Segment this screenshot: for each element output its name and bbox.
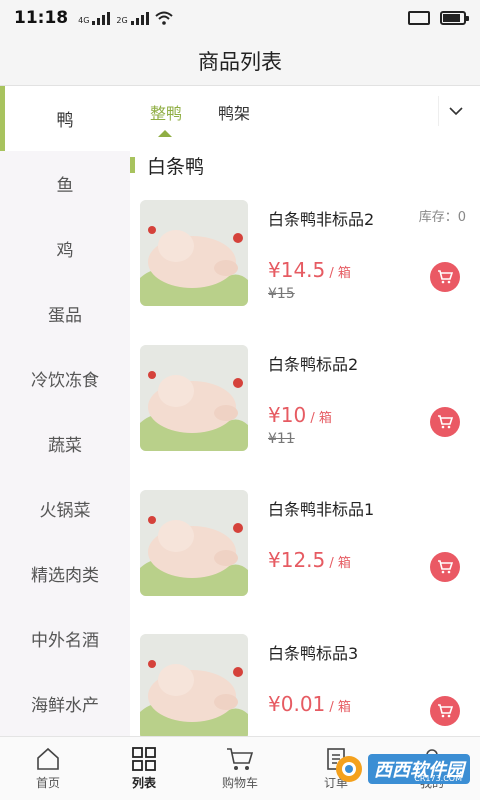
section-title: 白条鸭 xyxy=(147,155,205,178)
nav-cart[interactable]: 购物车 xyxy=(192,737,288,800)
sidebar-item-label: 海鲜水产 xyxy=(31,696,99,716)
product-card[interactable]: 白条鸭非标品1 ¥12.5 / 箱 xyxy=(130,480,480,610)
sidebar-item-chicken[interactable]: 鸡 xyxy=(0,216,130,281)
sidebar-item-label: 鸡 xyxy=(56,241,74,261)
add-to-cart-button[interactable] xyxy=(430,696,460,726)
sidebar-item-seafood[interactable]: 海鲜水产 xyxy=(0,671,130,736)
sidebar-item-label: 鸭 xyxy=(56,111,74,131)
grid-icon xyxy=(132,746,156,771)
sidebar-item-hotpot[interactable]: 火锅菜 xyxy=(0,476,130,541)
nav-home-label: 首页 xyxy=(35,775,60,790)
status-bar: 11:18 4G 2G xyxy=(0,0,480,36)
section-header: 白条鸭 xyxy=(130,150,204,180)
section-marker xyxy=(130,157,135,173)
signal-group: 4G 2G xyxy=(78,11,173,25)
product-name: 白条鸭标品2 xyxy=(268,355,359,374)
cart-icon xyxy=(438,415,453,429)
sidebar-item-frozen[interactable]: 冷饮冻食 xyxy=(0,346,130,411)
add-to-cart-button[interactable] xyxy=(430,262,460,292)
price-unit: / 箱 xyxy=(325,266,351,281)
nav-list[interactable]: 列表 xyxy=(96,737,192,800)
product-old-price: ¥11 xyxy=(268,431,295,447)
network-label-2: 2G xyxy=(116,16,128,25)
price-unit: / 箱 xyxy=(325,700,351,715)
page-title: 商品列表 xyxy=(198,49,282,74)
price-unit: / 箱 xyxy=(325,556,351,571)
sidebar-item-label: 火锅菜 xyxy=(39,501,91,521)
product-card[interactable]: 白条鸭标品2 ¥10 / 箱 ¥11 xyxy=(130,335,480,465)
status-time: 11:18 xyxy=(14,8,69,28)
cart-icon xyxy=(438,560,453,574)
sidebar-item-label: 鱼 xyxy=(56,176,74,196)
page-header: 商品列表 xyxy=(0,36,480,86)
nav-cart-label: 购物车 xyxy=(221,775,258,790)
price-currency: ¥ xyxy=(268,403,281,427)
signal-icon-2 xyxy=(130,11,149,25)
product-price: ¥0.01 / 箱 xyxy=(268,692,351,716)
sidebar-item-label: 蔬菜 xyxy=(48,436,82,456)
product-price: ¥10 / 箱 xyxy=(268,403,332,427)
nav-list-label: 列表 xyxy=(131,775,156,790)
network-label-1: 4G xyxy=(78,16,90,25)
price-currency: ¥ xyxy=(268,692,281,716)
add-to-cart-button[interactable] xyxy=(430,407,460,437)
chevron-down-icon xyxy=(448,106,463,115)
subcategory-tabs: 整鸭 鸭架 xyxy=(130,86,480,138)
tabs-dropdown-button[interactable] xyxy=(438,96,472,126)
sidebar-item-label: 冷饮冻食 xyxy=(31,371,99,391)
signal-icon xyxy=(92,11,111,25)
product-name: 白条鸭标品3 xyxy=(268,644,359,663)
product-image xyxy=(140,490,248,596)
cart-icon xyxy=(438,270,453,284)
product-image xyxy=(140,200,248,306)
product-image xyxy=(140,634,248,740)
cart-icon xyxy=(227,747,254,770)
sidebar-item-label: 中外名酒 xyxy=(31,631,99,651)
site-watermark: 西西软件园 CR173.COM xyxy=(334,752,470,786)
sidebar-item-eggs[interactable]: 蛋品 xyxy=(0,281,130,346)
price-value: 0.01 xyxy=(280,692,326,716)
tab-whole-duck[interactable]: 整鸭 xyxy=(150,100,182,124)
nav-home[interactable]: 首页 xyxy=(0,737,96,800)
product-old-price: ¥15 xyxy=(268,286,295,302)
product-price: ¥14.5 / 箱 xyxy=(268,258,351,282)
tab-duck-frame[interactable]: 鸭架 xyxy=(218,100,250,124)
category-sidebar: 鸭 鱼 鸡 蛋品 冷饮冻食 蔬菜 火锅菜 精选肉类 中外名酒 海鲜水产 xyxy=(0,86,130,736)
sidebar-item-label: 精选肉类 xyxy=(31,566,99,586)
product-price: ¥12.5 / 箱 xyxy=(268,548,351,572)
product-name: 白条鸭非标品1 xyxy=(268,500,375,519)
product-card[interactable]: 白条鸭非标品2 库存：0 ¥14.5 / 箱 ¥15 xyxy=(130,190,480,320)
sidebar-item-vegetables[interactable]: 蔬菜 xyxy=(0,411,130,476)
sidebar-item-liquor[interactable]: 中外名酒 xyxy=(0,606,130,671)
home-icon xyxy=(37,747,59,770)
wifi-icon xyxy=(155,11,173,25)
battery-icon xyxy=(440,11,469,25)
price-value: 14.5 xyxy=(280,258,326,282)
vibrate-icon xyxy=(408,11,430,25)
sidebar-item-duck[interactable]: 鸭 xyxy=(0,86,130,151)
sidebar-item-fish[interactable]: 鱼 xyxy=(0,151,130,216)
product-card[interactable]: 白条鸭标品3 ¥0.01 / 箱 xyxy=(130,624,480,754)
product-stock: 库存：0 xyxy=(418,210,466,225)
price-currency: ¥ xyxy=(268,548,281,572)
price-value: 12.5 xyxy=(280,548,326,572)
sidebar-item-meat[interactable]: 精选肉类 xyxy=(0,541,130,606)
tab-indicator xyxy=(158,130,172,137)
sidebar-item-label: 蛋品 xyxy=(48,306,82,326)
product-name: 白条鸭非标品2 xyxy=(268,210,375,229)
price-value: 10 xyxy=(280,403,307,427)
cart-icon xyxy=(438,704,453,718)
add-to-cart-button[interactable] xyxy=(430,552,460,582)
watermark-subtext: CR173.COM xyxy=(414,774,462,783)
price-currency: ¥ xyxy=(268,258,281,282)
watermark-logo-icon xyxy=(336,756,362,782)
product-image xyxy=(140,345,248,451)
price-unit: / 箱 xyxy=(306,411,332,426)
